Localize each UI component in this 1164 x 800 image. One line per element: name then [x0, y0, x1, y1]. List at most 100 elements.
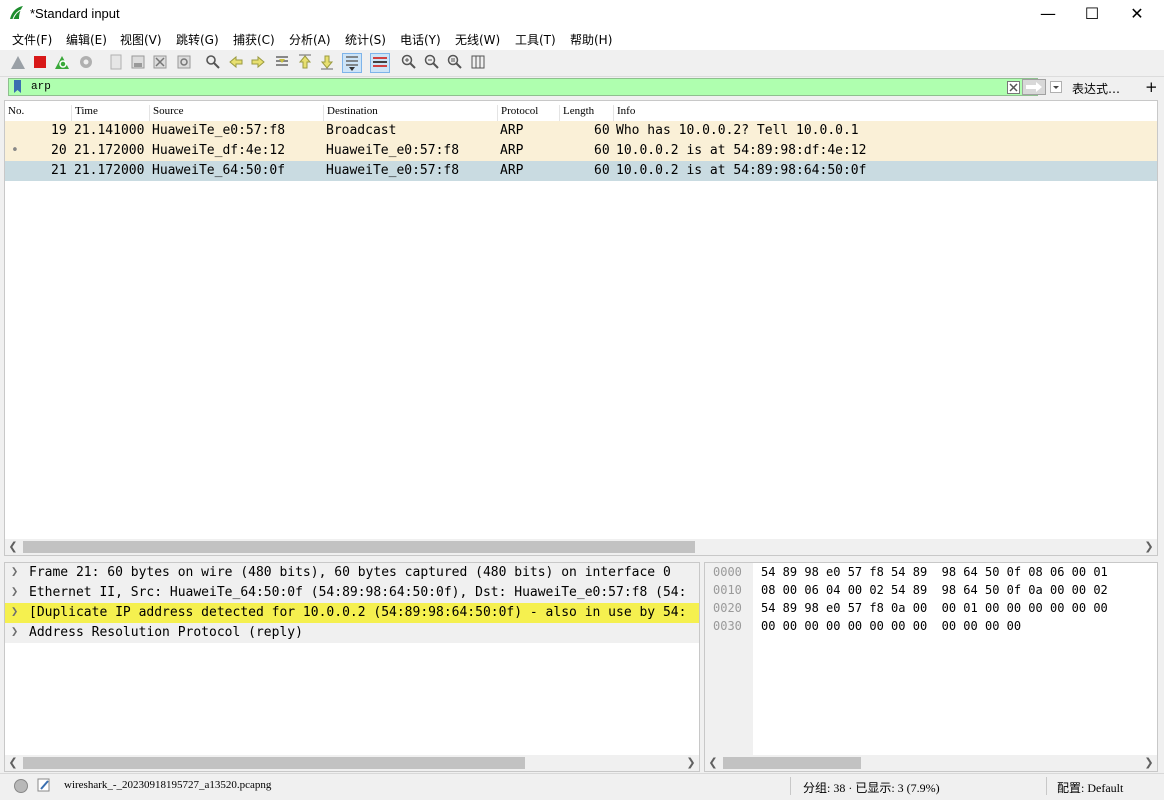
cell-no: 19 [51, 123, 67, 138]
cell-time: 21.141000 [74, 123, 145, 138]
packet-count-status: 分组: 38 · 已显示: 3 (7.9%) [803, 781, 940, 795]
expand-chevron-icon[interactable]: ❯ [11, 564, 18, 578]
clear-filter-icon[interactable] [1007, 81, 1020, 94]
scroll-right-icon[interactable]: ❯ [1141, 755, 1157, 771]
menu-wireless[interactable]: 无线(W) [455, 31, 500, 48]
byte-offset: 0030 [713, 619, 742, 633]
colorize-icon[interactable] [370, 53, 390, 73]
scroll-left-icon[interactable]: ❮ [705, 755, 721, 771]
shark-fin-start-icon[interactable] [10, 54, 26, 70]
cell-info: 10.0.0.2 is at 54:89:98:df:4e:12 [616, 143, 867, 158]
zoom-normal-icon[interactable] [447, 54, 463, 70]
cell-length: 60 [594, 123, 610, 138]
bytes-horizontal-scrollbar[interactable]: ❮ ❯ [705, 755, 1157, 771]
column-header-length[interactable]: Length [559, 105, 613, 121]
cell-no: 20 [51, 143, 67, 158]
byte-hex-row[interactable]: 54 89 98 e0 57 f8 0a 00 00 01 00 00 00 0… [761, 601, 1108, 615]
zoom-in-icon[interactable] [401, 54, 417, 70]
add-filter-button[interactable]: + [1145, 78, 1158, 96]
column-header-info[interactable]: Info [613, 105, 1157, 121]
status-bar: wireshark_-_20230918195727_a13520.pcapng… [0, 773, 1164, 800]
auto-scroll-icon[interactable] [342, 53, 362, 73]
column-header-source[interactable]: Source [149, 105, 323, 121]
go-to-packet-icon[interactable] [274, 54, 290, 70]
go-last-icon[interactable] [319, 54, 335, 70]
menu-capture[interactable]: 捕获(C) [233, 31, 275, 48]
scrollbar-thumb[interactable] [23, 541, 695, 553]
expand-chevron-icon[interactable]: ❯ [11, 604, 18, 618]
go-forward-icon[interactable] [250, 54, 266, 70]
expression-button[interactable]: 表达式… [1072, 80, 1120, 97]
profile-status[interactable]: 配置: Default [1057, 779, 1123, 796]
capture-options-icon[interactable] [78, 54, 94, 70]
zoom-out-icon[interactable] [424, 54, 440, 70]
expert-info-icon[interactable] [13, 778, 29, 794]
bookmark-icon[interactable] [13, 80, 22, 94]
save-file-icon[interactable] [130, 54, 146, 70]
title-bar: *Standard input — ☐ ✕ [0, 0, 1164, 28]
expand-chevron-icon[interactable]: ❯ [11, 624, 18, 638]
detail-row-arp[interactable]: ❯ Address Resolution Protocol (reply) [5, 623, 699, 643]
detail-row-ethernet[interactable]: ❯ Ethernet II, Src: HuaweiTe_64:50:0f (5… [5, 583, 699, 603]
detail-row-frame[interactable]: ❯ Frame 21: 60 bytes on wire (480 bits),… [5, 563, 699, 583]
capture-file-name: wireshark_-_20230918195727_a13520.pcapng [64, 779, 272, 791]
menu-edit[interactable]: 编辑(E) [66, 31, 107, 48]
scroll-left-icon[interactable]: ❮ [5, 755, 21, 771]
packet-row-selected[interactable]: 21 21.172000 HuaweiTe_64:50:0f HuaweiTe_… [5, 161, 1157, 181]
column-header-destination[interactable]: Destination [323, 105, 497, 121]
column-header-protocol[interactable]: Protocol [497, 105, 559, 121]
stop-capture-icon[interactable] [32, 54, 48, 70]
cell-source: HuaweiTe_64:50:0f [152, 163, 286, 178]
display-filter-input[interactable]: arp [8, 78, 1038, 96]
scrollbar-thumb[interactable] [23, 757, 525, 769]
capture-comment-icon[interactable] [36, 777, 52, 793]
scroll-right-icon[interactable]: ❯ [683, 755, 699, 771]
byte-hex-row[interactable]: 00 00 00 00 00 00 00 00 00 00 00 00 [761, 619, 1021, 633]
detail-row-duplicate-ip[interactable]: ❯ [Duplicate IP address detected for 10.… [5, 603, 699, 623]
scroll-right-icon[interactable]: ❯ [1141, 539, 1157, 555]
cell-protocol: ARP [500, 123, 524, 138]
status-divider [790, 777, 791, 795]
reload-file-icon[interactable] [176, 54, 192, 70]
menu-tools[interactable]: 工具(T) [515, 31, 556, 48]
filter-history-dropdown-icon[interactable] [1050, 81, 1062, 93]
scrollbar-thumb[interactable] [723, 757, 861, 769]
go-back-icon[interactable] [228, 54, 244, 70]
cell-destination: Broadcast [326, 123, 397, 138]
filter-value: arp [31, 81, 51, 93]
byte-offset: 0010 [713, 583, 742, 597]
menu-telephony[interactable]: 电话(Y) [400, 31, 441, 48]
status-divider [1046, 777, 1047, 795]
packet-row[interactable]: • 20 21.172000 HuaweiTe_df:4e:12 HuaweiT… [5, 141, 1157, 161]
maximize-button[interactable]: ☐ [1069, 0, 1115, 28]
minimize-button[interactable]: — [1025, 0, 1071, 28]
resize-columns-icon[interactable] [470, 54, 486, 70]
menu-analyze[interactable]: 分析(A) [289, 31, 331, 48]
menu-go[interactable]: 跳转(G) [176, 31, 219, 48]
expand-chevron-icon[interactable]: ❯ [11, 584, 18, 598]
menu-help[interactable]: 帮助(H) [570, 31, 612, 48]
column-header-no[interactable]: No. [5, 105, 70, 121]
go-first-icon[interactable] [297, 54, 313, 70]
menu-statistics[interactable]: 统计(S) [345, 31, 386, 48]
menu-file[interactable]: 文件(F) [12, 31, 52, 48]
column-header-time[interactable]: Time [71, 105, 149, 121]
details-horizontal-scrollbar[interactable]: ❮ ❯ [5, 755, 699, 771]
byte-hex-row[interactable]: 54 89 98 e0 57 f8 54 89 98 64 50 0f 08 0… [761, 565, 1108, 579]
main-toolbar [0, 50, 1164, 77]
close-file-icon[interactable] [152, 54, 168, 70]
cell-source: HuaweiTe_e0:57:f8 [152, 123, 286, 138]
detail-text: [Duplicate IP address detected for 10.0.… [29, 605, 687, 620]
packet-list-horizontal-scrollbar[interactable]: ❮ ❯ [5, 539, 1157, 555]
close-window-button[interactable]: ✕ [1114, 0, 1160, 28]
open-file-icon[interactable] [108, 54, 124, 70]
detail-text: Frame 21: 60 bytes on wire (480 bits), 6… [29, 565, 671, 580]
display-filter-bar: arp 表达式… + [4, 78, 1160, 98]
restart-capture-icon[interactable] [54, 54, 70, 70]
apply-filter-icon[interactable] [1022, 79, 1046, 95]
packet-row[interactable]: 19 21.141000 HuaweiTe_e0:57:f8 Broadcast… [5, 121, 1157, 141]
find-packet-icon[interactable] [205, 54, 221, 70]
byte-hex-row[interactable]: 08 00 06 04 00 02 54 89 98 64 50 0f 0a 0… [761, 583, 1108, 597]
menu-view[interactable]: 视图(V) [120, 31, 162, 48]
scroll-left-icon[interactable]: ❮ [5, 539, 21, 555]
